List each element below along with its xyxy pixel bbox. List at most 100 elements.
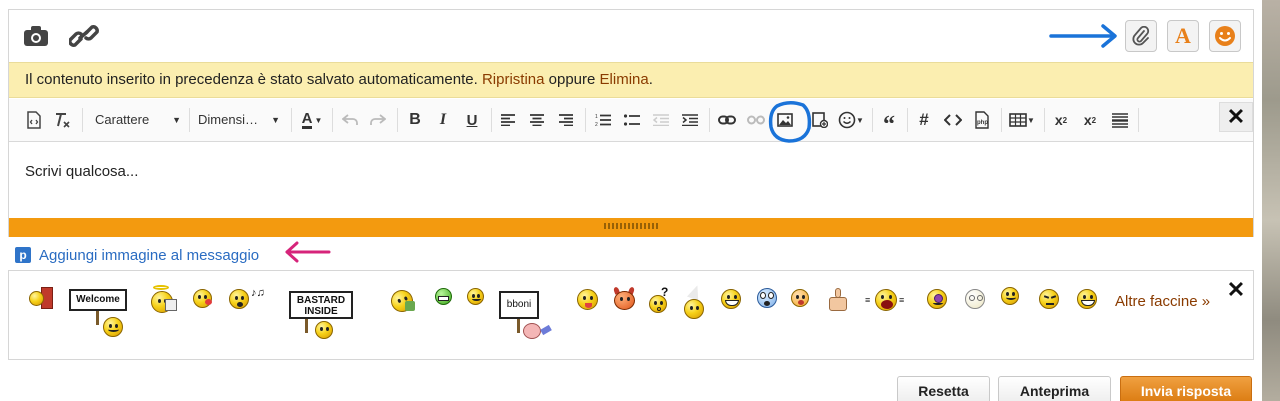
bboni-sign-text: bboni xyxy=(499,291,539,319)
emoji-dropdown-icon[interactable]: ▼ xyxy=(837,109,865,131)
redo-icon[interactable] xyxy=(367,109,389,131)
reply-editor: A Il contenuto inserito in precedenza è … xyxy=(8,9,1254,237)
smiley-panel: Welcome ♪♫ BASTARD INSIDE bboni ? ≡ ≡ Al… xyxy=(8,270,1254,360)
smiley-wink-purple[interactable] xyxy=(927,289,949,311)
postimage-icon: p xyxy=(15,247,31,263)
php-code-icon[interactable]: php xyxy=(971,109,993,131)
reset-button[interactable]: Resetta xyxy=(897,376,990,401)
subscript-icon[interactable]: x2 xyxy=(1050,109,1072,131)
smiley-big-grin[interactable] xyxy=(721,289,743,311)
insert-link-icon[interactable] xyxy=(716,109,738,131)
close-smileys-button[interactable]: ✕ xyxy=(1221,276,1251,304)
hashtag-icon[interactable]: # xyxy=(913,109,935,131)
text-color-button[interactable]: A ▼ xyxy=(299,109,325,131)
link-icon[interactable] xyxy=(69,21,99,51)
background-photo-strip xyxy=(1262,0,1280,401)
autosave-message: Il contenuto inserito in precedenza è st… xyxy=(25,71,478,88)
underline-icon[interactable]: U xyxy=(461,109,483,131)
close-icon: ✕ xyxy=(1226,104,1246,129)
numbered-list-icon[interactable]: 12 xyxy=(592,109,614,131)
smiley-yelling[interactable]: ≡ ≡ xyxy=(865,287,909,313)
indent-icon[interactable] xyxy=(679,109,701,131)
smiley-welcome-sign[interactable]: Welcome xyxy=(69,289,131,339)
page: A Il contenuto inserito in precedenza è … xyxy=(0,0,1280,401)
source-doc-icon[interactable] xyxy=(23,109,45,131)
bastard-sign-line2: INSIDE xyxy=(304,306,338,317)
camera-icon[interactable] xyxy=(21,21,51,51)
smiley-smile[interactable] xyxy=(467,288,485,306)
message-textarea[interactable]: Scrivi qualcosa... xyxy=(9,143,1253,218)
restore-link[interactable]: Ripristina xyxy=(482,71,545,88)
smiley-icon xyxy=(1214,25,1236,47)
smiley-party-hat[interactable] xyxy=(681,283,707,321)
smiley-laugh[interactable] xyxy=(1077,289,1099,311)
submit-reply-button[interactable]: Invia risposta xyxy=(1120,376,1252,401)
align-left-icon[interactable] xyxy=(497,109,519,131)
code-icon[interactable] xyxy=(942,109,964,131)
editor-resize-bar[interactable] xyxy=(9,218,1253,237)
undo-icon[interactable] xyxy=(339,109,361,131)
toolbar-separator xyxy=(709,108,710,132)
outdent-icon[interactable] xyxy=(650,109,672,131)
font-size-select[interactable]: Dimensi… ▼ xyxy=(198,109,280,131)
italic-icon[interactable]: I xyxy=(432,109,454,131)
resize-grip-icon[interactable] xyxy=(604,223,658,229)
smiley-dizzy[interactable] xyxy=(965,289,987,311)
toolbar-separator xyxy=(291,108,292,132)
table-icon[interactable]: ▼ xyxy=(1007,109,1037,131)
bullet-list-icon[interactable] xyxy=(621,109,643,131)
attach-button[interactable] xyxy=(1125,20,1157,52)
smiley-kiss[interactable] xyxy=(193,289,215,309)
emoji-button[interactable] xyxy=(1209,20,1241,52)
font-color-icon: A xyxy=(1175,23,1191,48)
horizontal-rule-icon[interactable] xyxy=(1109,109,1131,131)
toolbar-separator xyxy=(82,108,83,132)
close-toolbar-button[interactable]: ✕ xyxy=(1219,102,1253,132)
unlink-icon[interactable] xyxy=(745,109,767,131)
smiley-bboni-sign[interactable]: bboni xyxy=(499,291,555,343)
smiley-devil[interactable] xyxy=(612,286,637,311)
text-color-icon: A xyxy=(301,109,313,129)
toolbar-separator xyxy=(397,108,398,132)
caret-down-icon: ▼ xyxy=(1027,115,1035,125)
font-size-value: Dimensi… xyxy=(198,112,258,127)
caret-down-icon: ▼ xyxy=(314,115,323,125)
editor-topbar: A xyxy=(9,10,1253,62)
remove-format-icon[interactable] xyxy=(51,109,73,131)
font-style-button[interactable]: A xyxy=(1167,20,1199,52)
smiley-surprised[interactable] xyxy=(791,289,811,309)
blockquote-icon[interactable]: “ xyxy=(878,109,900,138)
smiley-angel[interactable] xyxy=(149,285,179,315)
smiley-green-grin[interactable] xyxy=(435,288,453,306)
toolbar-separator xyxy=(1044,108,1045,132)
smiley-shocked[interactable] xyxy=(757,288,779,310)
font-family-select[interactable]: Carattere ▼ xyxy=(95,109,181,131)
more-smileys-link[interactable]: Altre faccine » xyxy=(1115,293,1210,310)
smiley-annoyed[interactable] xyxy=(1039,289,1061,311)
formatting-toolbar: Carattere ▼ Dimensi… ▼ A ▼ B I U 1 2 ▼ “… xyxy=(9,99,1253,143)
toolbar-separator xyxy=(332,108,333,132)
smiley-thumbs-up[interactable] xyxy=(825,287,851,313)
caret-down-icon: ▼ xyxy=(271,115,280,125)
bold-icon[interactable]: B xyxy=(404,109,426,131)
align-center-icon[interactable] xyxy=(526,109,548,131)
svg-text:php: php xyxy=(977,120,988,126)
smiley-happy[interactable] xyxy=(1001,287,1021,307)
smiley-bastard-inside-sign[interactable]: BASTARD INSIDE xyxy=(289,291,355,341)
align-right-icon[interactable] xyxy=(555,109,577,131)
insert-media-icon[interactable] xyxy=(809,109,831,131)
smiley-silly[interactable] xyxy=(577,289,599,311)
autosave-end: . xyxy=(648,71,653,88)
welcome-sign-text: Welcome xyxy=(69,289,127,311)
smiley-confused[interactable]: ? xyxy=(649,285,673,313)
smiley-wallbash[interactable] xyxy=(29,287,53,309)
smiley-drunk[interactable] xyxy=(387,286,417,316)
superscript-icon[interactable]: x2 xyxy=(1079,109,1101,131)
close-icon: ✕ xyxy=(1226,277,1246,302)
preview-button[interactable]: Anteprima xyxy=(998,376,1111,401)
font-family-value: Carattere xyxy=(95,112,150,127)
add-image-link[interactable]: p Aggiungi immagine al messaggio xyxy=(15,245,259,265)
delete-link[interactable]: Elimina xyxy=(600,71,649,88)
toolbar-separator xyxy=(907,108,908,132)
smiley-singing[interactable]: ♪♫ xyxy=(229,287,269,309)
